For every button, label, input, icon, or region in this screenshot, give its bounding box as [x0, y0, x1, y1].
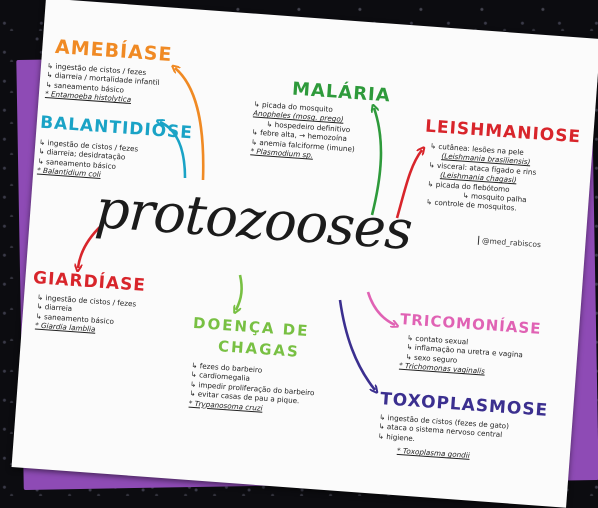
mind-map: AMEBÍASE ↳ ingestão de cistos / fezes ↳ … — [0, 0, 598, 505]
leishmaniose-list: ↳ cutânea: lesões na pele (Leishmania br… — [426, 141, 538, 214]
amebiase-list: ↳ ingestão de cistos / fezes ↳ diarreia … — [45, 61, 161, 106]
giardiase-list: ↳ ingestão de cistos / fezes ↳ diarreia … — [35, 293, 137, 337]
arrow-chagas — [236, 274, 243, 310]
chagas-list: ↳ fezes do barbeiro ↳ cardiomegalia ↳ im… — [189, 361, 317, 417]
arrow-toxoplasmose — [338, 299, 375, 390]
balantidiose-list: ↳ ingestão de cistos / fezes ↳ diarreia;… — [37, 138, 139, 182]
malaria-list: ↳ picada do mosquito Anopheles (mosq. pr… — [250, 99, 358, 163]
arrow-tricomoniase — [366, 291, 395, 325]
